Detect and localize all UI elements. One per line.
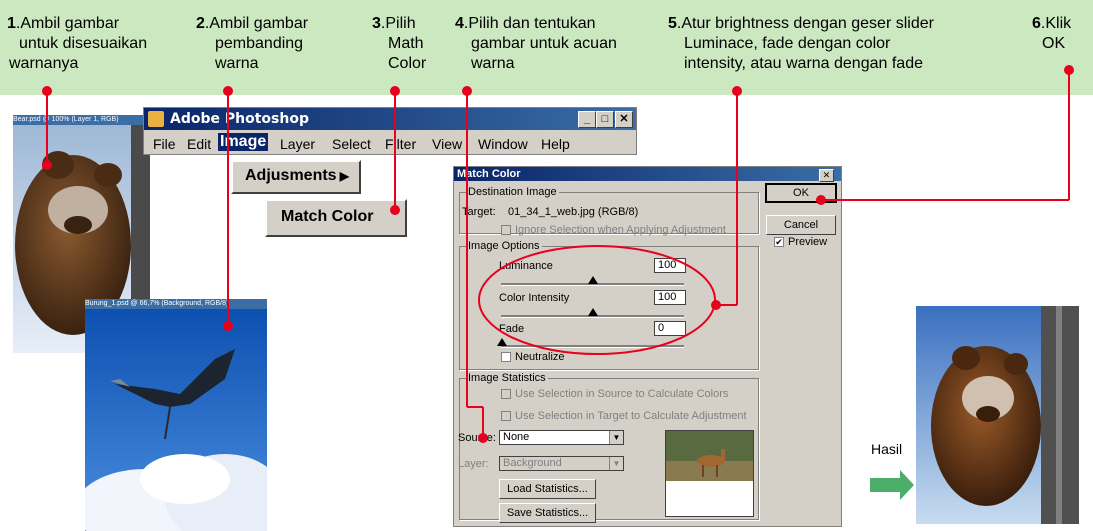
ok-button[interactable]: OK — [765, 183, 837, 203]
close-icon[interactable]: ✕ — [615, 111, 633, 128]
heron-document-title: Burung_1.psd @ 66,7% (Background, RGB/8) — [85, 299, 267, 309]
neutralize-label: Neutralize — [515, 351, 565, 363]
step-3: 3.Pilih Math Color — [372, 15, 427, 72]
photoshop-titlebar: Adobe Photoshop _ □ ✕ — [144, 108, 636, 130]
load-statistics-button[interactable]: Load Statistics... — [499, 479, 596, 499]
fade-slider-thumb[interactable] — [497, 338, 507, 346]
dialog-titlebar: Match Color — [454, 167, 841, 181]
ignore-selection-checkbox[interactable] — [501, 225, 511, 235]
luminance-input[interactable]: 100 — [654, 258, 686, 273]
color-intensity-label: Color Intensity — [499, 292, 570, 304]
ignore-selection-label: Ignore Selection when Applying Adjustmen… — [515, 224, 726, 236]
menu-layer[interactable]: Layer — [280, 136, 315, 152]
preview-label: Preview — [788, 236, 828, 248]
menu-view[interactable]: View — [432, 136, 462, 152]
step-1: 1.Ambil gambar untuk disesuaikan warnany… — [7, 15, 148, 72]
match-color-dialog: Match Color ✕ Destination Image Target: … — [453, 166, 842, 527]
use-selection-source-label: Use Selection in Source to Calculate Col… — [515, 388, 729, 400]
step-5: 5.Atur brightness dengan geser slider Lu… — [668, 15, 934, 72]
layer-label: Layer: — [458, 458, 489, 470]
luminance-label: Luminance — [499, 260, 553, 272]
minimize-icon[interactable]: _ — [578, 111, 596, 128]
bear-document-title: Bear.psd @ 100% (Layer 1, RGB) — [13, 115, 150, 125]
fade-slider-track[interactable] — [501, 345, 684, 348]
chevron-down-icon: ▼ — [609, 457, 623, 470]
menu-window[interactable]: Window — [478, 136, 528, 152]
submenu-arrow-icon: ▶ — [339, 169, 349, 183]
photoshop-window: Adobe Photoshop _ □ ✕ File Edit Image La… — [143, 107, 637, 155]
deer-thumbnail-photo — [666, 431, 753, 481]
photoshop-title: Adobe Photoshop — [170, 111, 309, 127]
menu-image[interactable]: Image — [218, 133, 269, 151]
target-label: Target: — [462, 206, 496, 218]
color-intensity-slider-thumb[interactable] — [588, 308, 598, 316]
heron-document-window[interactable]: Burung_1.psd @ 66,7% (Background, RGB/8) — [85, 299, 267, 531]
step-2: 2.Ambil gambar pembanding warna — [196, 15, 309, 72]
heron-photo — [85, 309, 267, 531]
maximize-icon[interactable]: □ — [596, 111, 614, 128]
use-selection-target-checkbox[interactable] — [501, 411, 511, 421]
use-selection-target-label: Use Selection in Target to Calculate Adj… — [515, 410, 747, 422]
save-statistics-button[interactable]: Save Statistics... — [499, 503, 596, 523]
menu-edit[interactable]: Edit — [187, 136, 211, 152]
fade-input[interactable]: 0 — [654, 321, 686, 336]
menu-filter[interactable]: Filter — [385, 136, 416, 152]
menu-bar: File Edit Image Layer Select Filter View… — [144, 132, 636, 156]
source-preview-thumbnail — [665, 430, 754, 517]
cancel-button[interactable]: Cancel — [766, 215, 836, 235]
result-label: Hasil — [871, 441, 903, 457]
layer-select[interactable]: Background ▼ — [499, 456, 624, 471]
color-intensity-input[interactable]: 100 — [654, 290, 686, 305]
result-photo — [916, 306, 1079, 524]
preview-checkbox[interactable]: ✔ — [774, 237, 784, 247]
fade-label: Fade — [499, 323, 525, 335]
source-label: Source: — [458, 432, 496, 444]
luminance-slider-thumb[interactable] — [588, 276, 598, 284]
adjustments-menu-item[interactable]: Adjusments ▶ — [231, 160, 361, 194]
step-6: 6.Klik OK — [1032, 15, 1072, 52]
menu-file[interactable]: File — [153, 136, 176, 152]
photoshop-logo-icon — [148, 111, 164, 127]
source-select[interactable]: None ▼ — [499, 430, 624, 445]
menu-help[interactable]: Help — [541, 136, 570, 152]
neutralize-checkbox[interactable] — [501, 352, 511, 362]
result-arrow-icon — [870, 470, 914, 500]
chevron-down-icon: ▼ — [609, 431, 623, 444]
step-4: 4.Pilih dan tentukan gambar untuk acuan … — [455, 15, 617, 72]
use-selection-source-checkbox[interactable] — [501, 389, 511, 399]
target-value: 01_34_1_web.jpg (RGB/8) — [508, 206, 639, 218]
match-color-menu-item[interactable]: Match Color — [265, 199, 407, 237]
dialog-title: Match Color — [457, 168, 521, 180]
dialog-close-icon[interactable]: ✕ — [819, 169, 834, 182]
menu-select[interactable]: Select — [332, 136, 371, 152]
